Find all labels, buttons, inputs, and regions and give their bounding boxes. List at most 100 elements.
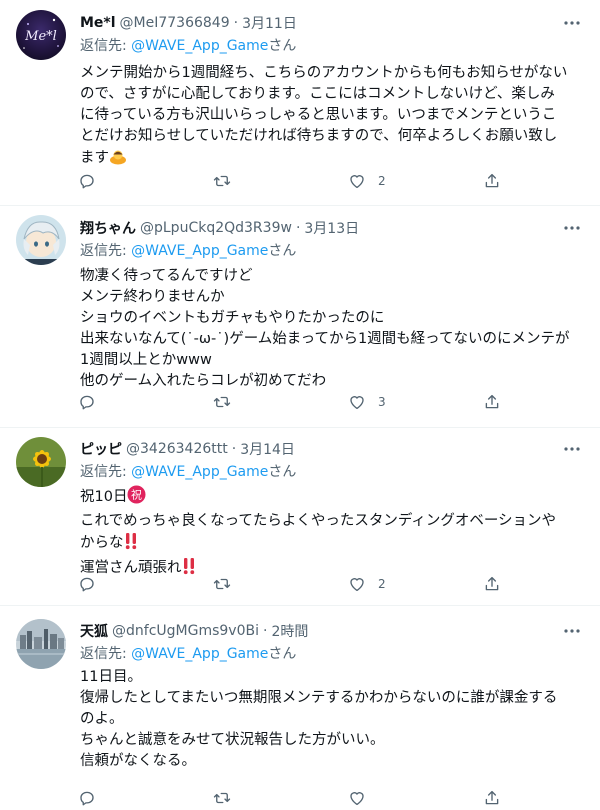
separator-dot: · (295, 220, 301, 236)
timestamp[interactable]: 2時間 (271, 621, 308, 641)
retweet-button[interactable] (213, 572, 231, 596)
text-line: 物凄く待ってるんですけど (80, 268, 253, 284)
retweet-button[interactable] (213, 169, 231, 193)
reply-to-link[interactable]: @WAVE_App_Game (131, 464, 268, 480)
share-button[interactable] (483, 169, 501, 193)
timestamp[interactable]: 3月11日 (242, 13, 297, 33)
share-icon (485, 790, 499, 805)
share-icon (485, 173, 499, 188)
reply-to-link[interactable]: @WAVE_App_Game (131, 38, 268, 54)
text-line: これでめっちゃ良くなってたらよくやったスタンディングオベーションや (80, 513, 557, 529)
tweet-text: 物凄く待ってるんですけど メンテ終わりませんか ショウのイベントもガチャもやりた… (80, 266, 586, 392)
share-icon (485, 394, 499, 409)
like-button[interactable]: 2 (348, 169, 386, 193)
tweet-3[interactable]: ピッピ @34263426ttt · 3月14日 返信先: @WAVE_App_… (0, 428, 600, 606)
svg-text:祝: 祝 (131, 488, 142, 502)
text-line: 復帰したとしてまたいつ無期限メンテするかわからないのに誰が課金する (80, 690, 558, 706)
double-exclamation-emoji (124, 532, 138, 557)
avatar[interactable] (16, 619, 66, 669)
display-name[interactable]: Me*l (80, 15, 116, 31)
like-button[interactable]: 3 (348, 390, 386, 414)
share-button[interactable] (483, 390, 501, 414)
more-button[interactable] (562, 441, 582, 457)
tweet-header: ピッピ @34263426ttt · 3月14日 (80, 437, 295, 461)
separator-dot: · (231, 441, 237, 457)
avatar-text: Me*l (24, 29, 57, 44)
avatar[interactable] (16, 215, 66, 265)
user-handle[interactable]: @pLpuCkq2Qd3R39w (140, 220, 292, 236)
more-button[interactable] (562, 220, 582, 236)
tweet-2[interactable]: 翔ちゃん @pLpuCkq2Qd3R39w · 3月13日 返信先: @WAVE… (0, 206, 600, 428)
reply-prefix: 返信先: (80, 38, 132, 54)
reply-icon (80, 395, 94, 410)
reply-prefix: 返信先: (80, 464, 132, 480)
user-handle[interactable]: @MeI77366849 (120, 15, 230, 31)
display-name[interactable]: 天狐 (80, 621, 108, 641)
share-button[interactable] (483, 572, 501, 596)
reply-button[interactable] (78, 786, 96, 810)
reply-to-link[interactable]: @WAVE_App_Game (131, 243, 268, 259)
tweet-header: 翔ちゃん @pLpuCkq2Qd3R39w · 3月13日 (80, 216, 359, 240)
replying-to: 返信先: @WAVE_App_Gameさん (80, 461, 296, 481)
reply-prefix: 返信先: (80, 243, 132, 259)
like-count: 2 (378, 577, 386, 591)
text-line: 出来ないなんて(˙-ω-˙)ゲーム始まってから1週間も経ってないのにメンテが (80, 331, 570, 347)
reply-suffix: さん (268, 38, 297, 54)
reply-icon (80, 577, 94, 592)
share-button[interactable] (483, 786, 501, 810)
avatar[interactable]: Me*l (16, 10, 66, 60)
more-button[interactable] (562, 15, 582, 31)
like-icon (350, 578, 364, 592)
text-line: 1週間以上とかwww (80, 352, 212, 368)
like-icon (350, 396, 364, 410)
tweet-text: 11日目。 復帰したとしてまたいつ無期限メンテするかわからないのに誰が課金する … (80, 667, 586, 772)
reply-icon (80, 174, 94, 189)
tweet-header: 天狐 @dnfcUgMGms9v0Bi · 2時間 (80, 619, 308, 643)
timestamp[interactable]: 3月14日 (240, 439, 295, 459)
display-name[interactable]: ピッピ (80, 439, 122, 459)
more-icon (564, 629, 580, 633)
text-line: ので、さすがに心配しております。ここにはコメントしないけど、楽しみ (80, 86, 555, 102)
retweet-icon (213, 396, 231, 408)
like-icon (350, 792, 364, 806)
tweet-1[interactable]: Me*l Me*l @MeI77366849 · 3月11日 返信先: @WAV… (0, 0, 600, 206)
celebrate-emoji: 祝 (127, 485, 146, 511)
display-name[interactable]: 翔ちゃん (80, 218, 136, 238)
reply-suffix: さん (268, 646, 297, 662)
tweet-4[interactable]: 天狐 @dnfcUgMGms9v0Bi · 2時間 返信先: @WAVE_App… (0, 606, 600, 809)
user-handle[interactable]: @dnfcUgMGms9v0Bi (112, 623, 259, 639)
text-line: 信頼がなくなる。 (80, 753, 196, 769)
text-line: からな (80, 535, 124, 551)
tweet-text: メンテ開始から1週間経ち、こちらのアカウントからも何もお知らせがない ので、さす… (80, 63, 586, 172)
like-button[interactable]: 2 (348, 572, 386, 596)
text-line: ショウのイベントもガチャもやりたかったのに (80, 310, 385, 326)
tweet-actions: 3 (78, 390, 508, 414)
reply-suffix: さん (268, 464, 297, 480)
retweet-button[interactable] (213, 390, 231, 414)
retweet-icon (213, 792, 231, 804)
more-button[interactable] (562, 623, 582, 639)
reply-button[interactable] (78, 572, 96, 596)
reply-to-link[interactable]: @WAVE_App_Game (131, 646, 268, 662)
tweet-actions: 2 (78, 572, 508, 596)
avatar[interactable] (16, 437, 66, 487)
more-icon (564, 226, 580, 230)
replying-to: 返信先: @WAVE_App_Gameさん (80, 35, 296, 55)
text-line: メンテ開始から1週間経ち、こちらのアカウントからも何もお知らせがない (80, 65, 568, 81)
timestamp[interactable]: 3月13日 (304, 218, 359, 238)
separator-dot: · (233, 15, 239, 31)
text-line: 祝10日 (80, 489, 128, 505)
separator-dot: · (262, 623, 268, 639)
like-count: 2 (378, 174, 386, 188)
like-button[interactable] (348, 786, 366, 810)
reply-button[interactable] (78, 169, 96, 193)
reply-button[interactable] (78, 390, 96, 414)
replying-to: 返信先: @WAVE_App_Gameさん (80, 643, 296, 663)
more-icon (564, 447, 580, 451)
user-handle[interactable]: @34263426ttt (126, 441, 228, 457)
text-line: とだけお知らせしていただければ待ちますので、何卒よろしくお願い致し (80, 128, 558, 144)
retweet-button[interactable] (213, 786, 231, 810)
text-line: に待っている方も沢山いらっしゃると思います。いつまでメンテというこ (80, 107, 557, 123)
text-line: のよ。 (80, 711, 124, 727)
text-line: メンテ終わりませんか (80, 289, 225, 305)
